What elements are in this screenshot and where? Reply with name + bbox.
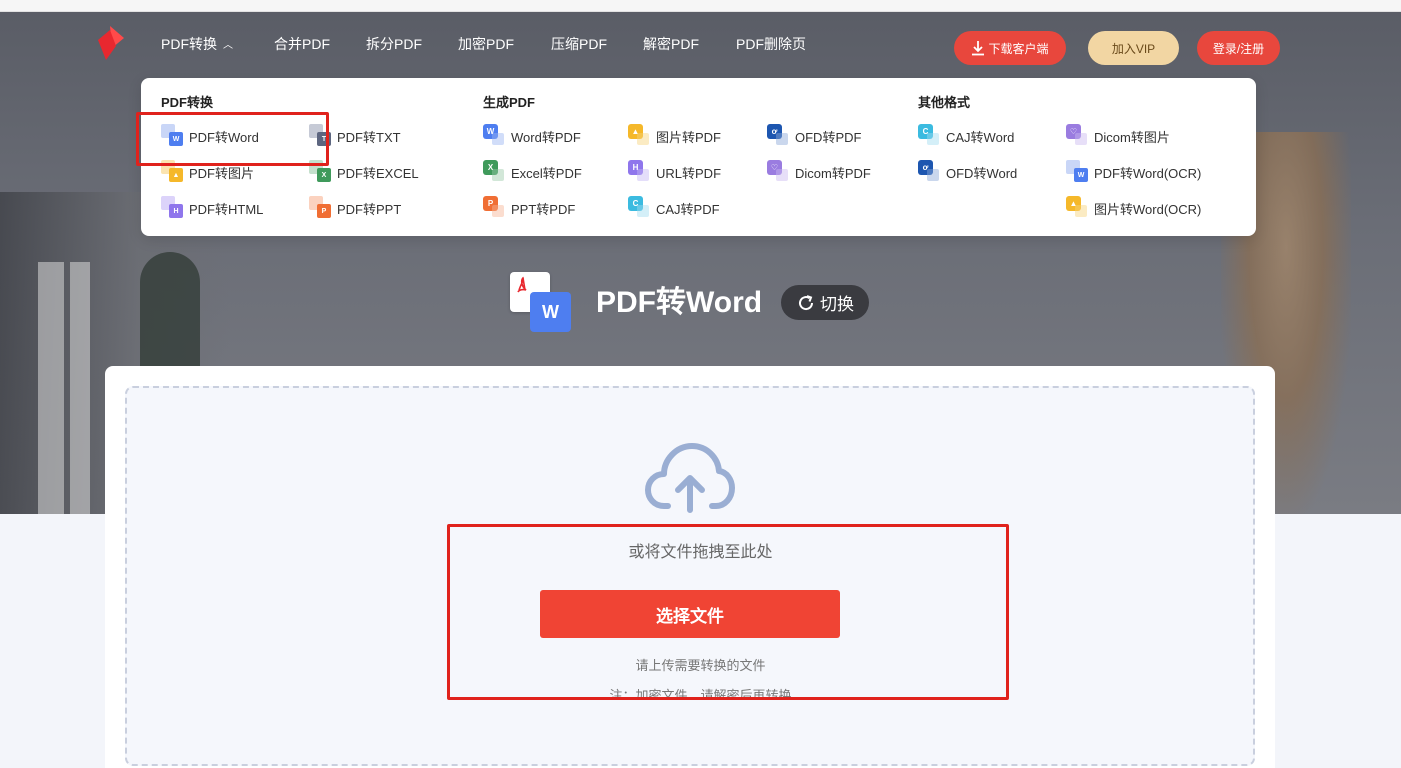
dicom-to-pdf-icon: ♡ [767, 160, 789, 184]
menu-item-pdf-to-html[interactable]: H PDF转HTML [161, 196, 263, 220]
menu-item-label: PDF转EXCEL [337, 165, 419, 181]
menu-item-dicom-to-pdf[interactable]: ♡ Dicom转PDF [767, 160, 871, 184]
ppt-to-pdf-icon: P [483, 196, 505, 220]
menu-item-label: PDF转HTML [189, 201, 264, 217]
nav-item-label: PDF转换 [161, 36, 217, 52]
nav-item-decrypt-pdf[interactable]: 解密PDF [643, 34, 699, 54]
top-navbar: PDF转换 ︿ 合并PDF 拆分PDF 加密PDF 压缩PDF 解密PDF PDF… [0, 12, 1401, 74]
menu-item-label: PDF转TXT [337, 129, 401, 145]
nav-item-split-pdf[interactable]: 拆分PDF [366, 34, 422, 54]
menu-item-caj-to-pdf[interactable]: C CAJ转PDF [628, 196, 720, 220]
menu-item-pdf-to-word-ocr[interactable]: W PDF转Word(OCR) [1066, 160, 1201, 184]
ofd-to-word-icon: ơ [918, 160, 940, 184]
pdf-to-ppt-icon: P [309, 196, 331, 220]
menu-item-word-to-pdf[interactable]: W Word转PDF [483, 124, 581, 148]
login-register-button[interactable]: 登录/注册 [1197, 31, 1280, 65]
browser-top-strip [0, 0, 1401, 12]
nav-item-pdf-convert[interactable]: PDF转换 ︿ [161, 34, 233, 54]
download-icon [972, 41, 985, 56]
chevron-up-icon: ︿ [223, 40, 233, 51]
menu-item-label: Dicom转图片 [1094, 129, 1170, 145]
menu-item-label: CAJ转Word [946, 129, 1015, 145]
nav-item-merge-pdf[interactable]: 合并PDF [274, 34, 330, 54]
menu-item-label: 图片转Word(OCR) [1094, 201, 1202, 217]
menu-item-caj-to-word[interactable]: C CAJ转Word [918, 124, 1014, 148]
ofd-to-pdf-icon: ơ [767, 124, 789, 148]
menu-section-title: PDF转换 [161, 95, 214, 110]
menu-item-pdf-to-ppt[interactable]: P PDF转PPT [309, 196, 401, 220]
url-to-pdf-icon: H [628, 160, 650, 184]
background-book [70, 262, 90, 514]
image-to-pdf-icon: ▲ [628, 124, 650, 148]
refresh-icon [799, 294, 814, 310]
caj-to-word-icon: C [918, 124, 940, 148]
switch-label: 切换 [820, 295, 854, 314]
nav-item-encrypt-pdf[interactable]: 加密PDF [458, 34, 514, 54]
menu-item-ofd-to-pdf[interactable]: ơ OFD转PDF [767, 124, 861, 148]
switch-button[interactable]: 切换 [781, 285, 869, 320]
menu-item-label: 图片转PDF [656, 129, 722, 145]
caj-to-pdf-icon: C [628, 196, 650, 220]
page-title: PDF转Word [596, 286, 763, 319]
pdf-to-word-large-icon: W [510, 272, 572, 332]
menu-item-label: Excel转PDF [511, 165, 582, 181]
pdf-to-word-ocr-icon: W [1066, 160, 1088, 184]
menu-item-url-to-pdf[interactable]: H URL转PDF [628, 160, 721, 184]
download-label: 下载客户端 [988, 41, 1049, 56]
menu-item-label: OFD转PDF [795, 129, 862, 145]
word-to-pdf-icon: W [483, 124, 505, 148]
menu-item-label: PDF转Word(OCR) [1094, 165, 1202, 181]
menu-item-label: OFD转Word [946, 165, 1018, 181]
menu-item-image-to-pdf[interactable]: ▲ 图片转PDF [628, 124, 721, 148]
menu-item-label: URL转PDF [656, 165, 722, 181]
annotation-highlight-box [447, 524, 1009, 700]
menu-item-dicom-to-image[interactable]: ♡ Dicom转图片 [1066, 124, 1170, 148]
menu-item-ofd-to-word[interactable]: ơ OFD转Word [918, 160, 1017, 184]
menu-section-title: 其他格式 [918, 95, 971, 110]
menu-section-title: 生成PDF [483, 95, 536, 110]
menu-item-ppt-to-pdf[interactable]: P PPT转PDF [483, 196, 575, 220]
pdf-to-html-icon: H [161, 196, 183, 220]
menu-item-label: PDF转PPT [337, 201, 402, 217]
menu-item-image-to-word-ocr[interactable]: ▲ 图片转Word(OCR) [1066, 196, 1201, 220]
excel-to-pdf-icon: X [483, 160, 505, 184]
site-logo-icon[interactable] [98, 26, 124, 60]
menu-item-excel-to-pdf[interactable]: X Excel转PDF [483, 160, 582, 184]
cloud-upload-icon [645, 443, 735, 513]
image-to-word-ocr-icon: ▲ [1066, 196, 1088, 220]
word-file-icon: W [530, 292, 571, 332]
annotation-highlight-box [136, 112, 329, 166]
background-book [38, 262, 64, 514]
nav-item-compress-pdf[interactable]: 压缩PDF [551, 34, 607, 54]
menu-item-label: PPT转PDF [511, 201, 576, 217]
menu-item-label: CAJ转PDF [656, 201, 720, 217]
download-client-button[interactable]: 下载客户端 [954, 31, 1066, 65]
menu-item-label: Dicom转PDF [795, 165, 871, 181]
join-vip-button[interactable]: 加入VIP [1088, 31, 1179, 65]
dicom-to-image-icon: ♡ [1066, 124, 1088, 148]
nav-item-delete-pages[interactable]: PDF删除页 [736, 34, 806, 54]
menu-item-label: Word转PDF [511, 129, 581, 145]
